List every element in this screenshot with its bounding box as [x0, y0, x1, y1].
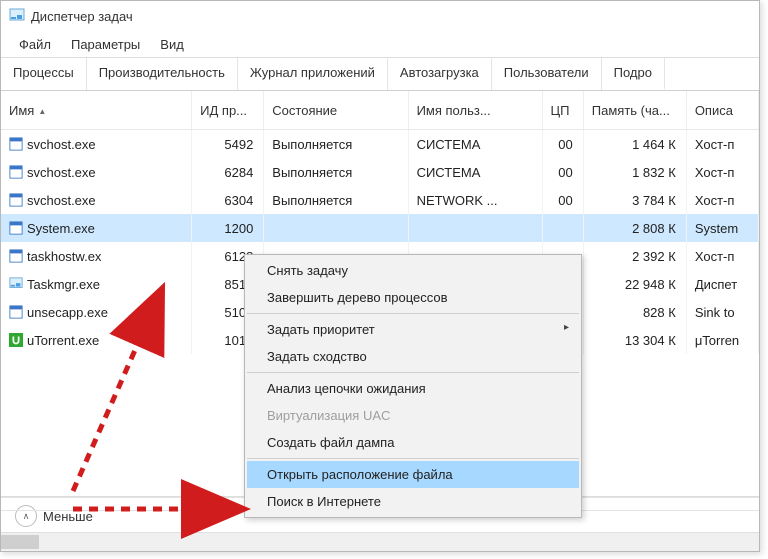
task-manager-icon	[9, 8, 25, 24]
context-menu-separator	[247, 458, 579, 459]
context-menu-item[interactable]: Анализ цепочки ожидания	[247, 375, 579, 402]
context-menu-separator	[247, 313, 579, 314]
process-desc: Диспет	[686, 270, 758, 298]
process-user: СИСТЕМА	[408, 158, 542, 186]
task-manager-window: Диспетчер задач Файл Параметры Вид Проце…	[0, 0, 760, 552]
tab-users[interactable]: Пользователи	[492, 58, 602, 90]
process-user	[408, 214, 542, 242]
process-desc: Sink to	[686, 298, 758, 326]
process-desc: Хост-п	[686, 186, 758, 214]
process-name: unsecapp.exe	[27, 305, 108, 320]
process-pid: 6304	[192, 186, 264, 214]
process-desc: Хост-п	[686, 130, 758, 159]
titlebar[interactable]: Диспетчер задач	[1, 1, 759, 31]
process-user: NETWORK ...	[408, 186, 542, 214]
process-mem: 2 808 К	[583, 214, 686, 242]
context-menu-item: Виртуализация UAC	[247, 402, 579, 429]
table-row[interactable]: System.exe 1200 2 808 КSystem	[1, 214, 759, 242]
horizontal-scrollbar[interactable]	[1, 532, 759, 551]
process-icon	[9, 333, 23, 347]
process-state: Выполняется	[264, 186, 408, 214]
context-menu-item[interactable]: Создать файл дампа	[247, 429, 579, 456]
tab-apphistory[interactable]: Журнал приложений	[238, 58, 388, 90]
menu-options[interactable]: Параметры	[61, 33, 150, 56]
context-menu-item[interactable]: Задать приоритет	[247, 316, 579, 343]
tabbar: Процессы Производительность Журнал прило…	[1, 58, 759, 91]
process-icon	[9, 305, 23, 319]
process-mem: 828 К	[583, 298, 686, 326]
context-menu-separator	[247, 372, 579, 373]
context-menu-item[interactable]: Задать сходство	[247, 343, 579, 370]
process-name: taskhostw.ex	[27, 249, 101, 264]
menubar: Файл Параметры Вид	[1, 31, 759, 58]
process-pid: 1200	[192, 214, 264, 242]
col-desc[interactable]: Описа	[686, 91, 758, 130]
process-cpu: 00	[542, 186, 583, 214]
process-cpu	[542, 214, 583, 242]
process-name: svchost.exe	[27, 137, 96, 152]
process-user: СИСТЕМА	[408, 130, 542, 159]
process-name: svchost.exe	[27, 193, 96, 208]
process-icon	[9, 137, 23, 151]
process-name: uTorrent.exe	[27, 333, 99, 348]
process-name: System.exe	[27, 221, 95, 236]
process-state	[264, 214, 408, 242]
table-row[interactable]: svchost.exe 6284ВыполняетсяСИСТЕМА001 832…	[1, 158, 759, 186]
menu-file[interactable]: Файл	[9, 33, 61, 56]
process-mem: 1 832 К	[583, 158, 686, 186]
process-pid: 6284	[192, 158, 264, 186]
process-state: Выполняется	[264, 130, 408, 159]
process-desc: μTorren	[686, 326, 758, 354]
process-name: svchost.exe	[27, 165, 96, 180]
process-mem: 2 392 К	[583, 242, 686, 270]
process-state: Выполняется	[264, 158, 408, 186]
col-state[interactable]: Состояние	[264, 91, 408, 130]
process-desc: System	[686, 214, 758, 242]
process-desc: Хост-п	[686, 242, 758, 270]
process-desc: Хост-п	[686, 158, 758, 186]
process-mem: 13 304 К	[583, 326, 686, 354]
process-cpu: 00	[542, 158, 583, 186]
process-name: Taskmgr.exe	[27, 277, 100, 292]
tab-processes[interactable]: Процессы	[1, 58, 87, 90]
process-pid: 5492	[192, 130, 264, 159]
col-pid[interactable]: ИД пр...	[192, 91, 264, 130]
table-row[interactable]: svchost.exe 6304ВыполняетсяNETWORK ...003…	[1, 186, 759, 214]
process-cpu: 00	[542, 130, 583, 159]
header-row: Имя▲ ИД пр... Состояние Имя польз... ЦП …	[1, 91, 759, 130]
col-name[interactable]: Имя▲	[1, 91, 192, 130]
process-icon	[9, 277, 23, 291]
col-user[interactable]: Имя польз...	[408, 91, 542, 130]
context-menu-item[interactable]: Открыть расположение файла	[247, 461, 579, 488]
process-mem: 3 784 К	[583, 186, 686, 214]
process-icon	[9, 249, 23, 263]
context-menu-item[interactable]: Поиск в Интернете	[247, 488, 579, 515]
process-icon	[9, 221, 23, 235]
tab-performance[interactable]: Производительность	[87, 58, 238, 90]
context-menu: Снять задачуЗавершить дерево процессов За…	[244, 254, 582, 518]
process-icon	[9, 193, 23, 207]
context-menu-item[interactable]: Завершить дерево процессов	[247, 284, 579, 311]
process-mem: 22 948 К	[583, 270, 686, 298]
sort-asc-icon: ▲	[38, 107, 46, 116]
tab-startup[interactable]: Автозагрузка	[388, 58, 492, 90]
window-title: Диспетчер задач	[31, 9, 133, 24]
menu-view[interactable]: Вид	[150, 33, 194, 56]
col-mem[interactable]: Память (ча...	[583, 91, 686, 130]
tab-details[interactable]: Подро	[602, 58, 665, 90]
process-mem: 1 464 К	[583, 130, 686, 159]
scrollbar-thumb[interactable]	[1, 535, 39, 549]
context-menu-item[interactable]: Снять задачу	[247, 257, 579, 284]
col-cpu[interactable]: ЦП	[542, 91, 583, 130]
process-icon	[9, 165, 23, 179]
table-row[interactable]: svchost.exe 5492ВыполняетсяСИСТЕМА001 464…	[1, 130, 759, 159]
